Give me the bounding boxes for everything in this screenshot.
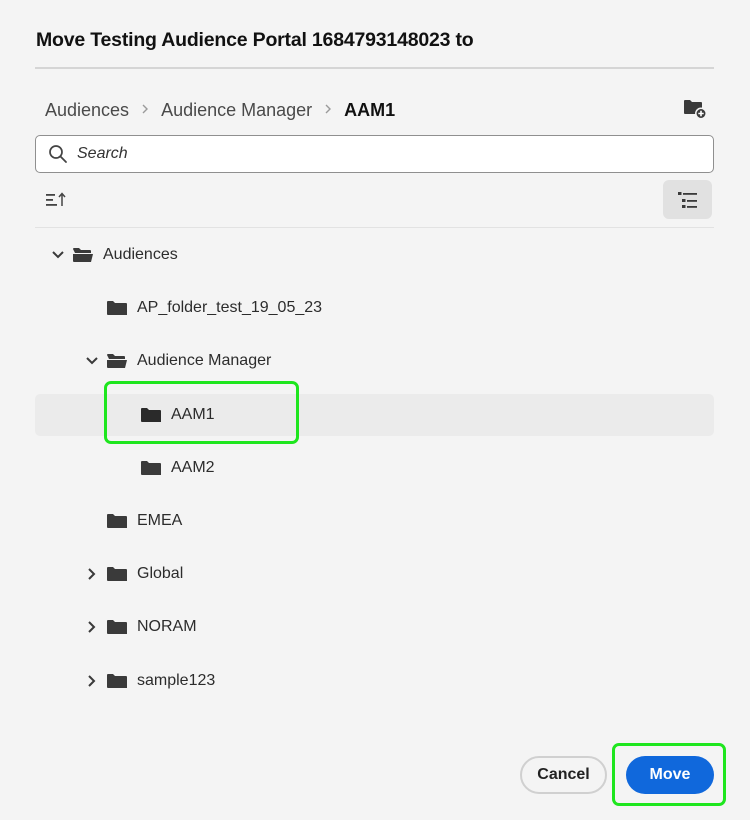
tree-view-icon (677, 191, 697, 208)
folder-icon (141, 461, 161, 475)
tree-item-global[interactable]: Global (35, 554, 714, 594)
tree-item-label: EMEA (137, 512, 183, 529)
breadcrumb-item-audience-manager[interactable]: Audience Manager (161, 100, 312, 121)
tree-item-sample123[interactable]: sample123 (35, 661, 714, 701)
tree-item-label: AAM1 (171, 406, 215, 423)
tree-item-emea[interactable]: EMEA (35, 501, 714, 541)
folder-icon (107, 514, 127, 528)
tree-item-label: Audiences (103, 246, 178, 263)
tree-item-audiences[interactable]: Audiences (35, 235, 714, 275)
move-button[interactable]: Move (626, 756, 714, 794)
new-folder-button[interactable] (680, 96, 710, 122)
folder-icon (107, 301, 127, 315)
title-divider (35, 67, 714, 69)
toolbar-divider (35, 227, 714, 228)
folder-open-icon (73, 248, 93, 262)
tree-item-aam1[interactable]: AAM1 (35, 394, 714, 436)
breadcrumb-item-current: AAM1 (344, 99, 396, 120)
tree-item-aam2[interactable]: AAM2 (35, 448, 714, 488)
breadcrumb-separator-icon (141, 102, 149, 118)
tree-view-toggle-button[interactable] (663, 180, 712, 219)
tree-item-label: NORAM (137, 618, 197, 635)
tree-item-noram[interactable]: NORAM (35, 607, 714, 647)
chevron-down-icon[interactable] (51, 248, 65, 262)
folder-open-icon (107, 354, 127, 368)
folder-add-icon (684, 100, 707, 120)
search-input[interactable] (77, 145, 677, 163)
folder-icon (107, 620, 127, 634)
breadcrumb-separator-icon (324, 102, 332, 118)
dialog-title: Move Testing Audience Portal 16847931480… (36, 29, 474, 51)
search-icon (49, 145, 67, 163)
chevron-right-icon[interactable] (85, 620, 99, 634)
tree-item-label: Global (137, 565, 184, 582)
sort-ascending-icon (46, 192, 66, 206)
tree-item-audience-manager[interactable]: Audience Manager (35, 341, 714, 381)
folder-icon (107, 567, 127, 581)
tree-item-label: Audience Manager (137, 352, 272, 369)
folder-icon (107, 674, 127, 688)
chevron-right-icon[interactable] (85, 674, 99, 688)
chevron-right-icon[interactable] (85, 567, 99, 581)
sort-button[interactable] (44, 188, 72, 212)
folder-icon (141, 408, 161, 422)
tree-item-label: AAM2 (171, 459, 215, 476)
tree-item-ap-folder-test[interactable]: AP_folder_test_19_05_23 (35, 288, 714, 328)
search-field[interactable] (35, 135, 714, 173)
breadcrumb-item-audiences[interactable]: Audiences (45, 100, 129, 121)
chevron-down-icon[interactable] (85, 354, 99, 368)
cancel-button[interactable]: Cancel (520, 756, 607, 794)
tree-item-label: AP_folder_test_19_05_23 (137, 299, 323, 316)
breadcrumb: Audiences Audience Manager AAM1 (45, 98, 395, 122)
tree-item-label: sample123 (137, 672, 216, 689)
